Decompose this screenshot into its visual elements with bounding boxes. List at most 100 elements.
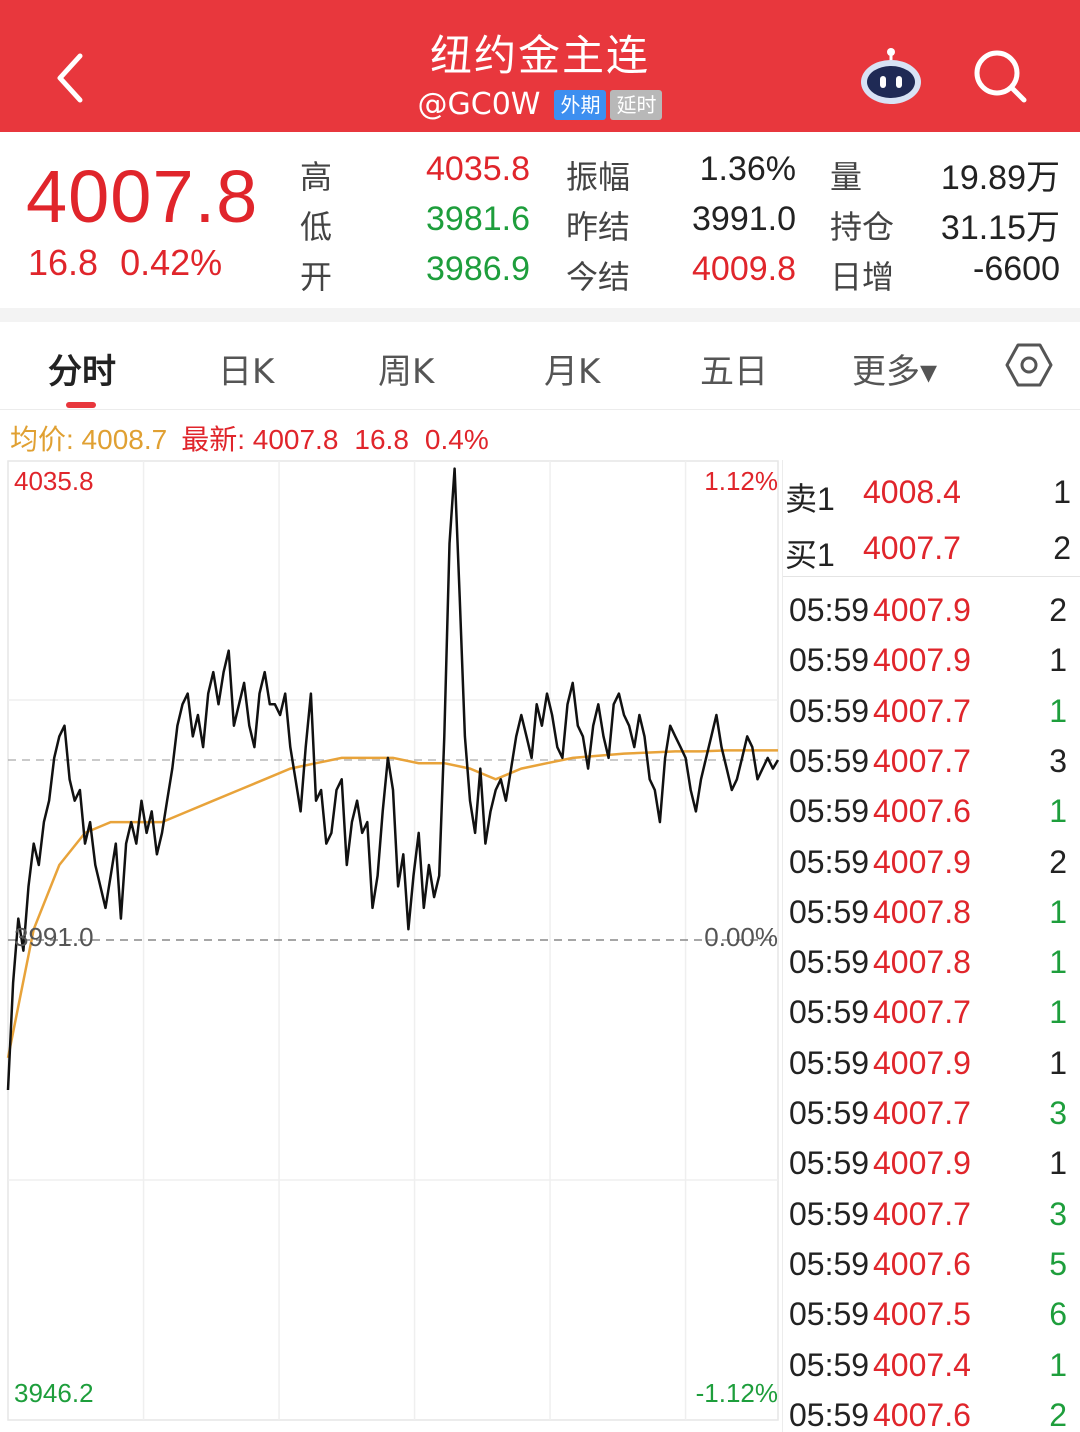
top-bar: 纽约金主连 @GC0W 外期 延时 xyxy=(0,0,1080,132)
pct-axis-mid-label: 0.00% xyxy=(704,922,778,952)
tick-price: 4007.9 xyxy=(873,642,971,679)
tick-time: 05:59 xyxy=(789,1095,870,1131)
tick-price: 4007.5 xyxy=(873,1296,971,1333)
tick-time: 05:59 xyxy=(789,944,870,981)
tick-qty: 1 xyxy=(1049,994,1067,1031)
active-tab-indicator xyxy=(66,402,96,408)
today-settle-value: 4009.8 xyxy=(692,250,796,288)
chart-settings-button[interactable] xyxy=(1004,340,1054,390)
tick-qty: 3 xyxy=(1049,742,1067,779)
tick-row: 05:59 4007.9 2 xyxy=(783,586,1080,636)
tick-price: 4007.9 xyxy=(873,592,971,628)
search-icon xyxy=(974,50,1027,103)
price-change: 16.8 0.42% xyxy=(28,242,222,284)
tick-time: 05:59 xyxy=(789,994,870,1031)
pct-axis-top-label: 1.12% xyxy=(704,466,778,496)
tick-qty: 1 xyxy=(1049,893,1067,930)
quote-panel: 4007.8 16.8 0.42% 高 4035.8 低 3981.6 开 398… xyxy=(0,132,1080,308)
daily-increase-label: 日增 xyxy=(830,258,895,296)
tick-time: 05:59 xyxy=(789,1396,870,1432)
tick-row: 05:59 4007.6 2 xyxy=(783,1391,1080,1432)
tick-qty: 1 xyxy=(1049,944,1067,981)
search-button[interactable] xyxy=(970,46,1030,106)
today-settle-label: 今结 xyxy=(566,258,631,296)
tick-row: 05:59 4007.7 3 xyxy=(783,1089,1080,1139)
tick-qty: 6 xyxy=(1049,1296,1067,1333)
tick-time: 05:59 xyxy=(789,742,870,779)
chart-info-line: 均价: 4008.7 最新: 4007.8 16.8 0.4% xyxy=(10,418,489,458)
robot-icon xyxy=(861,48,921,104)
tick-time: 05:59 xyxy=(789,893,870,930)
tick-time: 05:59 xyxy=(789,1044,870,1081)
order-book-panel: 卖1 4008.4 1 买1 4007.7 2 05:59 4007.9 2 05:5… xyxy=(782,460,1080,1432)
tick-time: 05:59 xyxy=(789,592,870,628)
volume-value: 19.89万 xyxy=(940,159,1060,197)
tick-row: 05:59 4007.7 3 xyxy=(783,1190,1080,1240)
tick-price: 4007.7 xyxy=(873,1195,971,1232)
tick-qty: 2 xyxy=(1049,1396,1067,1432)
change-percent: 0.42% xyxy=(120,242,223,283)
tab-five-day[interactable]: 五日 xyxy=(700,344,768,393)
latest-change: 16.8 xyxy=(354,424,409,455)
tick-time: 05:59 xyxy=(789,843,870,880)
tick-time: 05:59 xyxy=(789,1346,870,1383)
contract-code: @GC0W xyxy=(417,87,541,122)
chart-period-tabs: 分时 日K 周K 月K 五日 更多▾ xyxy=(0,322,1080,410)
tab-weekly-k[interactable]: 周K xyxy=(378,344,434,393)
high-value: 4035.8 xyxy=(426,150,530,188)
intraday-chart-svg xyxy=(6,460,780,1421)
ask-qty: 1 xyxy=(1053,474,1071,510)
latest-price-label: 最新: 4007.8 xyxy=(181,424,339,455)
tick-qty: 3 xyxy=(1049,1195,1067,1232)
y-axis-mid-label: 3991.0 xyxy=(14,922,94,952)
assistant-button[interactable] xyxy=(856,44,926,108)
section-divider xyxy=(0,308,1080,322)
tab-daily-k[interactable]: 日K xyxy=(218,344,274,393)
ask-row: 卖1 4008.4 1 xyxy=(783,466,1080,517)
tick-row: 05:59 4007.8 1 xyxy=(783,938,1080,988)
pct-axis-bottom-label: -1.12% xyxy=(695,1378,778,1408)
tick-qty: 2 xyxy=(1049,843,1067,880)
tick-price: 4007.7 xyxy=(873,1095,971,1131)
tick-qty: 1 xyxy=(1049,692,1067,729)
tick-row: 05:59 4007.9 1 xyxy=(783,1039,1080,1089)
low-label: 低 xyxy=(300,208,333,246)
tick-qty: 5 xyxy=(1049,1245,1067,1282)
open-label: 开 xyxy=(300,258,333,296)
bid-row: 买1 4007.7 2 xyxy=(783,522,1080,573)
bid-price: 4007.7 xyxy=(863,530,961,566)
delayed-badge: 延时 xyxy=(610,89,663,120)
tick-row: 05:59 4007.7 1 xyxy=(783,988,1080,1038)
tick-row: 05:59 4007.7 1 xyxy=(783,687,1080,737)
tick-row: 05:59 4007.6 1 xyxy=(783,787,1080,837)
tab-more[interactable]: 更多▾ xyxy=(852,344,937,393)
tick-qty: 3 xyxy=(1049,1095,1067,1131)
tick-qty: 2 xyxy=(1049,592,1067,628)
tick-row: 05:59 4007.7 3 xyxy=(783,737,1080,787)
tick-qty: 1 xyxy=(1049,642,1067,679)
tick-price: 4007.9 xyxy=(873,843,971,880)
tick-row: 05:59 4007.8 1 xyxy=(783,888,1080,938)
ask-label: 卖1 xyxy=(785,481,835,517)
tick-time: 05:59 xyxy=(789,692,870,729)
tab-intraday[interactable]: 分时 xyxy=(48,344,116,393)
prev-settle-label: 昨结 xyxy=(566,208,631,246)
tick-qty: 1 xyxy=(1049,1145,1067,1182)
tick-time: 05:59 xyxy=(789,793,870,830)
open-value: 3986.9 xyxy=(426,250,530,288)
amplitude-value: 1.36% xyxy=(699,150,796,188)
settings-hexagon-icon xyxy=(1005,343,1053,387)
volume-label: 量 xyxy=(830,158,863,196)
intraday-chart[interactable]: 4035.8 3991.0 3946.2 1.12% 0.00% -1.12% xyxy=(0,460,782,1432)
open-interest-value: 31.15万 xyxy=(940,209,1060,247)
open-interest-label: 持仓 xyxy=(830,208,895,246)
tick-price: 4007.7 xyxy=(873,994,971,1031)
tab-monthly-k[interactable]: 月K xyxy=(544,344,600,393)
tick-row: 05:59 4007.6 5 xyxy=(783,1240,1080,1290)
tick-row: 05:59 4007.9 2 xyxy=(783,838,1080,888)
tick-price: 4007.4 xyxy=(873,1346,971,1383)
tick-price: 4007.8 xyxy=(873,893,971,930)
tick-price: 4007.9 xyxy=(873,1145,971,1182)
change-value: 16.8 xyxy=(28,242,99,283)
low-value: 3981.6 xyxy=(426,200,530,238)
